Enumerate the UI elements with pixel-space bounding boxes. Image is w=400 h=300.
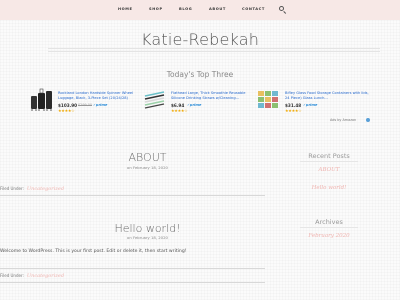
nav-item-blog[interactable]: BLOG	[179, 7, 192, 11]
product-card[interactable]: Rockland London Hardside Spinner Wheel L…	[30, 88, 150, 116]
header-divider	[48, 48, 380, 49]
ads-section-title: Today's Top Three	[166, 70, 234, 79]
post-divider	[0, 268, 265, 269]
ads-by-amazon[interactable]: Ads by Amazon	[330, 118, 356, 122]
filed-under-label: Filed Under:	[0, 186, 24, 191]
luggage-thumbnail[interactable]	[30, 88, 52, 112]
header-divider-2	[48, 51, 380, 52]
prime-badge: ✓prime	[303, 102, 318, 107]
category-link[interactable]: Uncategorized	[27, 273, 64, 279]
post-title[interactable]: Hello world!	[30, 222, 265, 235]
post-content: Welcome to WordPress. This is your first…	[0, 249, 187, 254]
nav-item-contact[interactable]: CONTACT	[242, 7, 265, 11]
rating-stars: ★★★★☆	[58, 108, 75, 113]
rating-stars: ★★★★☆	[171, 108, 188, 113]
top-nav: HOME SHOP BLOG ABOUT CONTACT	[0, 0, 400, 20]
sidebar-divider	[300, 161, 358, 162]
product-price: $31.48	[285, 102, 302, 108]
nav-item-shop[interactable]: SHOP	[149, 7, 163, 11]
product-price: $6.94	[171, 102, 185, 108]
post-date: on February 18, 2020	[127, 165, 168, 170]
recent-post-link[interactable]: ABOUT	[290, 167, 368, 173]
product-title[interactable]: Rockland London Hardside Spinner Wheel L…	[58, 91, 146, 101]
straws-thumbnail[interactable]	[143, 88, 165, 112]
nav-item-about[interactable]: ABOUT	[209, 7, 226, 11]
rating-stars: ★★★★☆	[285, 108, 302, 113]
post-divider	[0, 195, 265, 196]
recent-post-link[interactable]: Hello world!	[290, 185, 368, 191]
product-old-price: $299.00	[78, 103, 93, 107]
category-link[interactable]: Uncategorized	[27, 186, 64, 192]
post-title[interactable]: ABOUT	[30, 151, 265, 164]
site-title[interactable]: Katie-Rebekah	[0, 30, 400, 49]
post-date: on February 18, 2020	[127, 235, 168, 240]
sidebar-recent-title: Recent Posts	[308, 152, 350, 160]
prime-badge: ✓prime	[93, 102, 108, 107]
product-card[interactable]: Flathead Large, Thick Smoothie Reusable …	[143, 88, 263, 116]
filed-under: Filed Under: Uncategorized	[0, 186, 64, 192]
sidebar-divider	[300, 227, 358, 228]
product-card[interactable]: Bifley Glass Food Storage Containers wit…	[257, 88, 377, 116]
archive-link[interactable]: February 2020	[290, 233, 368, 239]
sidebar-archives-title: Archives	[315, 218, 343, 226]
filed-under-label: Filed Under:	[0, 273, 24, 278]
food-containers-thumbnail[interactable]	[257, 88, 279, 112]
product-price: $103.90	[58, 102, 78, 108]
prime-badge: ✓prime	[187, 102, 202, 107]
nav-item-home[interactable]: HOME	[118, 7, 133, 11]
ad-info-icon[interactable]	[366, 118, 370, 122]
product-title[interactable]: Bifley Glass Food Storage Containers wit…	[285, 91, 373, 101]
product-title[interactable]: Flathead Large, Thick Smoothie Reusable …	[171, 91, 259, 101]
filed-under: Filed Under: Uncategorized	[0, 273, 64, 279]
search-icon[interactable]	[279, 6, 284, 11]
post-divider	[0, 282, 265, 283]
